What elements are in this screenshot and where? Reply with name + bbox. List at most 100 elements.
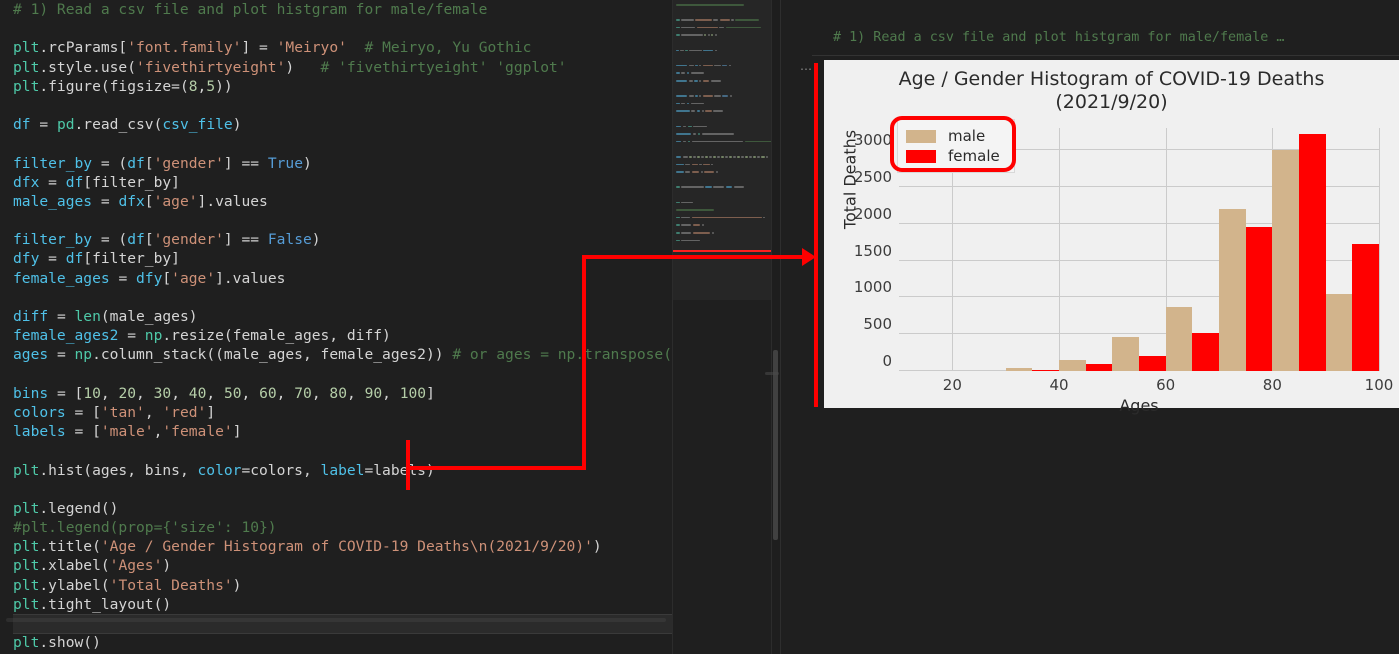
chart-y-axis-ticks: 0 500 1000 1500 2000 2500 3000 bbox=[824, 128, 892, 371]
code-token: ) bbox=[311, 231, 321, 249]
chart-legend-entry: female bbox=[906, 146, 1000, 166]
annotation-stub-vertical bbox=[406, 440, 410, 490]
code-token: , bbox=[346, 384, 365, 402]
chart-x-axis-ticks: 20 40 60 80 100 bbox=[899, 376, 1394, 396]
code-token: , bbox=[276, 384, 295, 402]
code-token: 'red' bbox=[162, 403, 207, 421]
annotation-vertical-bar bbox=[814, 63, 818, 407]
annotation-segment-vertical bbox=[582, 255, 586, 470]
code-token: 40 bbox=[188, 384, 207, 402]
chart-bar bbox=[1325, 293, 1353, 371]
code-line: dfy = df[filter_by] bbox=[13, 249, 672, 268]
code-token: labels bbox=[13, 423, 66, 441]
minimap-scroll-indicator bbox=[765, 372, 779, 375]
code-token: plt bbox=[13, 595, 40, 613]
chart-x-tick-label: 40 bbox=[1049, 376, 1069, 394]
code-token: df bbox=[13, 116, 31, 134]
code-token: = [ bbox=[65, 423, 101, 441]
code-token: ] == bbox=[223, 231, 268, 249]
code-token: ) bbox=[232, 576, 242, 594]
code-line: plt.hist(ages, bins, color=colors, label… bbox=[13, 461, 672, 480]
source-code[interactable]: # 1) Read a csv file and plot histgram f… bbox=[13, 0, 672, 652]
code-token: color bbox=[197, 461, 242, 479]
chart-bar bbox=[1352, 243, 1379, 371]
code-line: ages = np.column_stack((male_ages, femal… bbox=[13, 345, 672, 364]
code-token: 100 bbox=[399, 384, 427, 402]
code-token: filter_by bbox=[13, 154, 93, 172]
code-token: 10 bbox=[83, 384, 101, 402]
code-token: colors bbox=[13, 403, 66, 421]
code-token: = bbox=[39, 250, 66, 268]
code-token: = bbox=[118, 327, 145, 345]
code-token: ].values bbox=[197, 192, 268, 210]
code-line: plt.show() bbox=[13, 633, 672, 652]
code-token: filter_by bbox=[13, 231, 93, 249]
code-token: .hist(ages, bins, bbox=[39, 461, 198, 479]
chart-bar bbox=[1192, 332, 1219, 371]
code-token: 'font.family' bbox=[127, 39, 242, 57]
editor-scrollbar-thumb[interactable] bbox=[773, 350, 778, 540]
code-token: ].values bbox=[215, 269, 286, 287]
code-line: plt.rcParams['font.family'] = 'Meiryo' #… bbox=[13, 38, 672, 57]
code-token: ) bbox=[162, 557, 172, 575]
code-token: .show() bbox=[39, 634, 101, 652]
code-token: =colors, bbox=[241, 461, 321, 479]
code-token: df bbox=[65, 250, 84, 268]
chart-bar bbox=[1299, 133, 1326, 371]
chart-bar bbox=[1139, 356, 1166, 371]
code-token: plt bbox=[13, 557, 40, 575]
code-token: , bbox=[311, 384, 330, 402]
code-token: # 1) Read a csv file and plot histgram f… bbox=[13, 1, 488, 18]
annotation-segment-horizontal-lower bbox=[406, 466, 586, 470]
code-token: diff bbox=[13, 308, 49, 325]
code-token: False bbox=[267, 231, 312, 249]
minimap-red-marker bbox=[672, 250, 772, 252]
code-token: ) bbox=[285, 58, 321, 76]
code-token: plt bbox=[13, 58, 40, 76]
code-token: True bbox=[267, 154, 303, 172]
chart-bar bbox=[1272, 150, 1299, 371]
chart-xlabel: Ages bbox=[1119, 396, 1159, 415]
collapse-dots-icon[interactable]: ⋯ bbox=[800, 62, 813, 76]
chart-x-tick-label: 60 bbox=[1156, 376, 1176, 394]
chart-bar bbox=[1165, 306, 1193, 371]
code-token: 'Total Deaths' bbox=[109, 576, 233, 594]
chart-x-tick-label: 20 bbox=[942, 376, 962, 394]
code-line: female_ages = dfy['age'].values bbox=[13, 269, 672, 288]
editor-scrollbar-track[interactable] bbox=[773, 0, 778, 654]
code-line: dfx = df[filter_by] bbox=[13, 173, 672, 192]
code-token: 'Meiryo' bbox=[276, 39, 347, 57]
code-token: pd bbox=[56, 116, 75, 134]
code-token: # or ages = np.transpose((mages, fag bbox=[452, 346, 672, 364]
code-line: male_ages = dfx['age'].values bbox=[13, 192, 672, 211]
code-token: 20 bbox=[118, 384, 137, 402]
code-token: )) bbox=[215, 77, 233, 95]
chart-legend: male female bbox=[897, 119, 1015, 173]
code-token: dfy bbox=[13, 250, 40, 268]
code-line: plt.figure(figsize=(8,5)) bbox=[13, 77, 672, 96]
code-token: csv_file bbox=[162, 116, 233, 134]
code-token: np bbox=[144, 327, 163, 345]
output-pane-divider bbox=[780, 0, 781, 654]
code-token: 30 bbox=[153, 384, 172, 402]
code-line: colors = ['tan', 'red'] bbox=[13, 403, 672, 422]
chart-bar bbox=[1005, 367, 1033, 371]
code-token: df bbox=[65, 173, 84, 191]
code-token: female_ages2 bbox=[13, 327, 119, 345]
code-line: plt.tight_layout() bbox=[13, 595, 672, 614]
code-token: , bbox=[382, 384, 400, 402]
code-token: ) bbox=[303, 154, 312, 172]
editor-hscrollbar-thumb[interactable] bbox=[6, 618, 666, 622]
code-line: plt.legend() bbox=[13, 499, 672, 518]
code-editor-pane[interactable]: # 1) Read a csv file and plot histgram f… bbox=[0, 0, 672, 654]
code-token: .rcParams[ bbox=[39, 39, 128, 57]
chart-y-tick-label: 0 bbox=[882, 352, 892, 370]
editor-hscrollbar-track[interactable] bbox=[0, 618, 672, 623]
code-token: [ bbox=[144, 154, 154, 172]
chart-y-tick-label: 1500 bbox=[853, 241, 892, 260]
code-line: filter_by = (df['gender'] == False) bbox=[13, 230, 672, 249]
output-comment-line: # 1) Read a csv file and plot histgram f… bbox=[833, 30, 1285, 45]
chart-legend-entry: male bbox=[906, 126, 1000, 146]
code-line: df = pd.read_csv(csv_file) bbox=[13, 115, 672, 134]
